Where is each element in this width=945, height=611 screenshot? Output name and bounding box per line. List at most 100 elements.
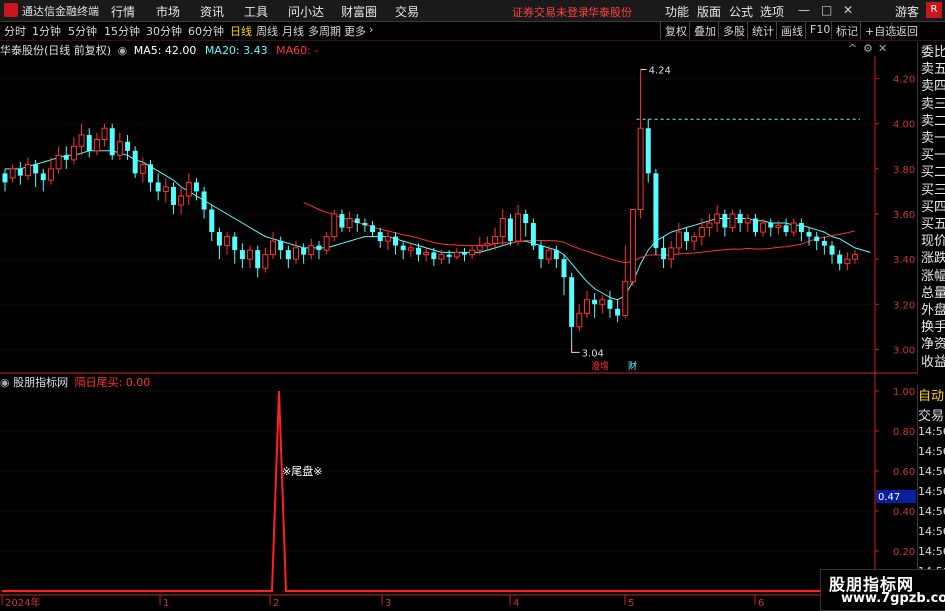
- trade-side-label[interactable]: 14:56: [918, 485, 945, 498]
- candle-body-down: [737, 214, 743, 224]
- price-axis: 4.20 4.00 3.80 3.60 3.40 3.20 3.00: [875, 75, 915, 356]
- candle-body-down: [615, 308, 621, 316]
- candle-body-up: [323, 236, 330, 251]
- trade-side-panel: 自动交易14:5614:5614:5614:5614:5614:5614:561…: [917, 385, 945, 595]
- price-tick-label: 4.20: [893, 75, 915, 86]
- price-tick-label: 3.80: [893, 165, 915, 176]
- side-label[interactable]: 涨幅: [921, 268, 945, 286]
- candle-body-down: [607, 299, 613, 309]
- candle-body-down: [814, 236, 820, 242]
- chart-grid: [0, 56, 917, 596]
- side-label[interactable]: 买三: [921, 182, 945, 200]
- price-chart[interactable]: 4.20 4.00 3.80 3.60 3.40 3.20 3.00 4.24 3.04澄增 财…: [0, 0, 945, 609]
- candle-body-up: [93, 139, 100, 152]
- candle-body-up: [476, 245, 483, 251]
- candle-body-up: [844, 258, 851, 265]
- trade-side-label[interactable]: 14:56: [918, 425, 945, 438]
- trade-side-label[interactable]: 14:56: [918, 465, 945, 478]
- trade-side-label[interactable]: 14:56: [918, 545, 945, 558]
- candle-body-up: [24, 163, 31, 177]
- side-label[interactable]: 换手: [921, 319, 945, 337]
- candle-body-down: [125, 141, 131, 151]
- candle-body-up: [675, 231, 682, 249]
- candle-body-up: [224, 236, 231, 247]
- candle-body-down: [201, 191, 207, 210]
- watermark: 股朋指标网 www.7gpzb.com: [820, 569, 945, 611]
- candle-body-down: [278, 241, 284, 251]
- candle-body-up: [668, 247, 675, 260]
- side-label[interactable]: 买四: [921, 199, 945, 217]
- candle-body-down: [86, 135, 92, 151]
- candle-body-up: [729, 213, 736, 229]
- candle-body-down: [461, 252, 467, 255]
- candle-body-down: [132, 150, 138, 174]
- side-label[interactable]: 买二: [921, 164, 945, 182]
- candle-body-down: [768, 223, 774, 228]
- side-label[interactable]: 卖二: [921, 113, 945, 131]
- candle-body-up: [706, 222, 713, 229]
- side-label[interactable]: 涨跌: [921, 250, 945, 268]
- candle-body-up: [691, 236, 698, 242]
- side-label[interactable]: 委比: [921, 44, 945, 62]
- side-label[interactable]: 外盘: [921, 302, 945, 320]
- side-label[interactable]: 卖四: [921, 78, 945, 96]
- candle-body-up: [247, 249, 254, 260]
- candle-body-up: [622, 281, 629, 317]
- low-price-label: 3.04: [582, 348, 604, 359]
- candle-body-up: [492, 236, 499, 244]
- candle-body-down: [285, 250, 291, 260]
- side-label[interactable]: 净资: [921, 336, 945, 354]
- candle-body-up: [162, 186, 169, 192]
- indicator-settings-icon[interactable]: ◉: [0, 376, 10, 389]
- trade-side-label[interactable]: 14:56: [918, 445, 945, 458]
- event-marker-finance: 财: [628, 360, 637, 372]
- candle-body-down: [553, 250, 559, 260]
- side-label[interactable]: 买一: [921, 147, 945, 165]
- side-label[interactable]: 收益: [921, 354, 945, 372]
- candle-body-down: [109, 128, 115, 156]
- candle-body-up: [790, 222, 797, 233]
- candle-body-up: [78, 134, 85, 147]
- date-tick-label: 4: [513, 598, 519, 609]
- price-tick-label: 3.20: [893, 300, 915, 311]
- candle-body-up: [576, 312, 583, 328]
- candle-body-down: [209, 209, 215, 233]
- event-marker-dividend: 澄增: [591, 360, 609, 372]
- candle-body-down: [530, 223, 536, 246]
- date-tick-label: 1: [163, 598, 169, 609]
- candle-body-down: [148, 164, 153, 183]
- candle-body-up: [101, 127, 108, 141]
- price-tick-label: 4.00: [893, 120, 915, 131]
- side-label[interactable]: 现价: [921, 233, 945, 251]
- low-marker-line: [571, 340, 580, 353]
- candle-body-up: [484, 242, 491, 247]
- candle-body-down: [829, 245, 835, 255]
- candle-body-down: [561, 259, 567, 278]
- candle-body-up: [583, 299, 590, 314]
- price-tick-label: 3.40: [893, 255, 915, 266]
- candle-body-down: [239, 250, 245, 260]
- indicator-value-label: 隔日尾买: 0.00: [74, 376, 151, 389]
- indicator-signal-text: ※尾盘※: [282, 464, 322, 478]
- candle-body-up: [384, 236, 391, 242]
- candle-body-down: [393, 236, 399, 246]
- candle-body-down: [837, 254, 843, 264]
- indicator-signal-line: [2, 390, 860, 592]
- side-label[interactable]: 卖一: [921, 130, 945, 148]
- trade-side-label[interactable]: 14:56: [918, 525, 945, 538]
- trade-side-label[interactable]: 自动: [918, 385, 944, 404]
- side-label[interactable]: 卖五: [921, 61, 945, 79]
- side-label[interactable]: 卖三: [921, 96, 945, 114]
- indicator-title[interactable]: 股朋指标网: [13, 376, 68, 389]
- candle-body-down: [538, 245, 544, 260]
- side-label[interactable]: 总量: [921, 285, 945, 303]
- candle-body-down: [821, 241, 827, 246]
- candle-body-down: [2, 173, 8, 183]
- side-label[interactable]: 买五: [921, 216, 945, 234]
- candle-body-up: [438, 254, 445, 260]
- candle-body-up: [270, 240, 277, 256]
- trade-side-label[interactable]: 14:56: [918, 505, 945, 518]
- indicator-tick-label: 0.40: [893, 507, 915, 518]
- candle-body-down: [806, 232, 812, 237]
- trade-side-label[interactable]: 交易: [918, 405, 944, 424]
